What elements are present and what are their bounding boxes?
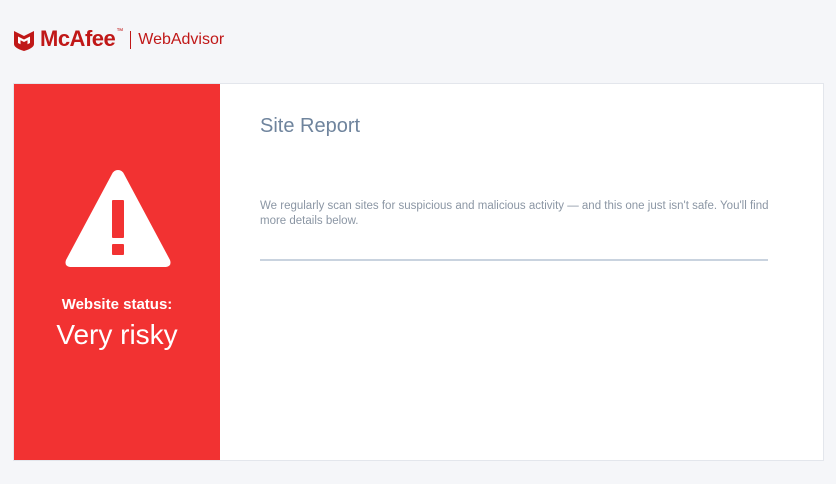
section-divider bbox=[260, 259, 768, 261]
logo-divider bbox=[130, 31, 132, 49]
page-title: Site Report bbox=[260, 115, 361, 137]
mcafee-webadvisor-logo[interactable]: McAfee ™ WebAdvisor bbox=[12, 26, 224, 54]
report-description: We regularly scan sites for suspicious a… bbox=[260, 200, 769, 227]
website-status-label: Website status: bbox=[61, 296, 173, 313]
page-header: McAfee ™ WebAdvisor bbox=[0, 0, 836, 82]
trademark-symbol: ™ bbox=[116, 27, 124, 35]
site-report-card: Website status: Very risky Site Report W… bbox=[13, 83, 824, 461]
mcafee-shield-icon bbox=[14, 31, 34, 51]
website-status-panel: Website status: Very risky bbox=[14, 84, 220, 460]
product-name: WebAdvisor bbox=[138, 31, 225, 48]
warning-triangle-icon bbox=[65, 170, 171, 267]
website-status-value: Very risky bbox=[56, 319, 178, 350]
report-section: Site Report We regularly scan sites for … bbox=[260, 84, 780, 460]
brand-name: McAfee bbox=[40, 26, 116, 51]
